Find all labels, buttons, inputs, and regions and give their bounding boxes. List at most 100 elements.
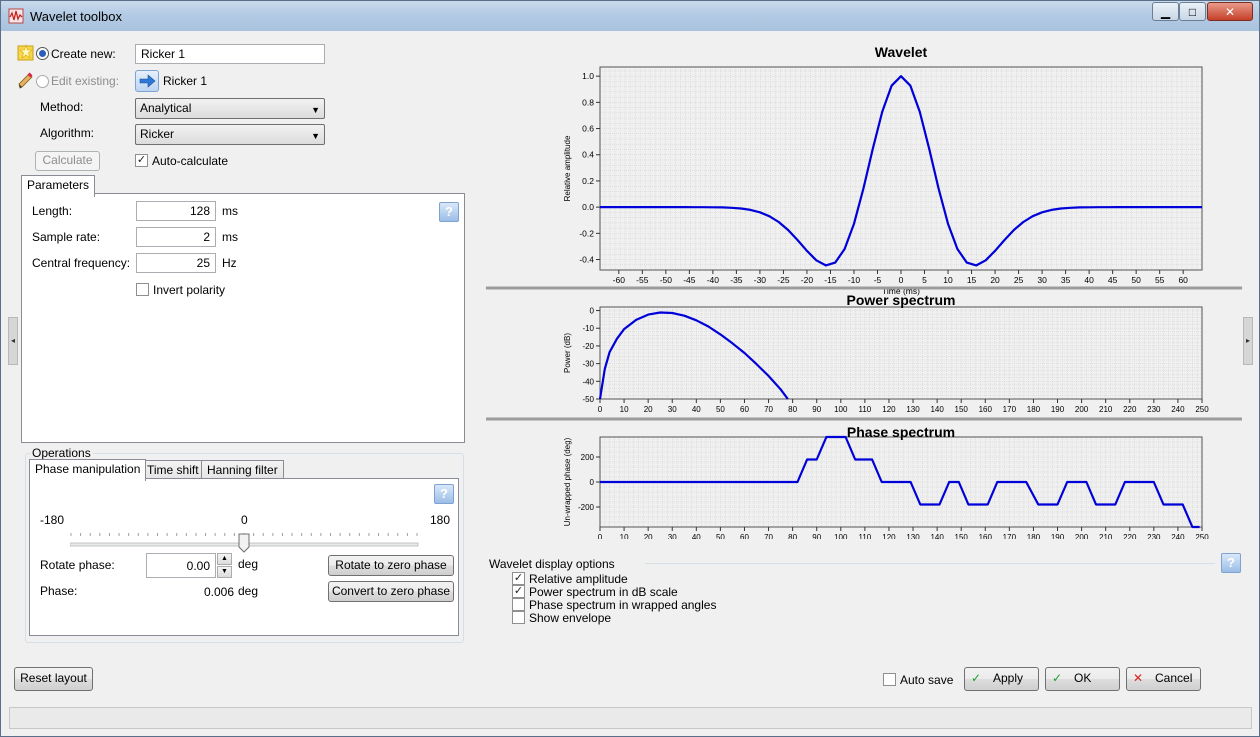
x-tick-label: 0 (598, 533, 603, 539)
y-tick-label: -30 (582, 360, 594, 369)
x-tick-label: 50 (716, 533, 725, 539)
display-options-divider (645, 563, 1215, 564)
x-tick-label: 5 (922, 275, 927, 285)
y-tick-label: -10 (582, 324, 594, 333)
auto-save-checkbox[interactable] (883, 673, 896, 686)
length-input[interactable]: 128 (136, 201, 216, 221)
tab-phase-manipulation[interactable]: Phase manipulation (29, 459, 147, 481)
auto-calculate-checkbox[interactable]: ✓ (135, 154, 148, 167)
wavelet-chart: Wavelet-60 -55 -50 -45 -40 -35 -30 -25 -20 -15 -10… (563, 44, 1203, 296)
sample-rate-input[interactable]: 2 (136, 227, 216, 247)
minimize-icon: ▁ (1160, 5, 1171, 19)
x-tick-label: 25 (1014, 275, 1024, 285)
y-tick-label: 0.2 (582, 176, 594, 186)
x-tick-label: 210 (1099, 533, 1113, 539)
x-tick-label: 140 (930, 405, 944, 414)
create-new-radio[interactable] (36, 47, 49, 60)
create-new-name-input[interactable]: Ricker 1 (135, 44, 325, 64)
power-db-label: Power spectrum in dB scale (529, 585, 678, 599)
title-bar[interactable]: Wavelet toolbox ▁ □ ✕ (1, 1, 1259, 31)
cancel-button[interactable]: ✕ Cancel (1126, 667, 1201, 691)
relative-amplitude-checkbox[interactable]: ✓ (512, 572, 525, 585)
collapse-left-handle[interactable]: ◂ (8, 317, 18, 365)
y-tick-label: -0.2 (579, 228, 594, 238)
tab-time-shift[interactable]: Time shift (141, 460, 205, 480)
spin-down-button[interactable]: ▼ (217, 566, 232, 578)
invert-polarity-checkbox[interactable] (136, 283, 149, 296)
parameters-help-icon[interactable]: ? (439, 202, 459, 222)
cancel-label: Cancel (1155, 671, 1193, 685)
chevron-down-icon: ▼ (311, 131, 320, 141)
x-tick-label: 150 (955, 533, 969, 539)
create-new-icon (17, 44, 34, 61)
tab-hanning-filter[interactable]: Hanning filter (201, 460, 284, 480)
wrapped-angles-checkbox[interactable] (512, 598, 525, 611)
algorithm-dropdown[interactable]: Ricker ▼ (135, 124, 325, 145)
algorithm-label: Algorithm: (40, 126, 95, 140)
method-value: Analytical (140, 101, 192, 115)
convert-to-zero-phase-button[interactable]: Convert to zero phase (328, 581, 454, 602)
maximize-button[interactable]: □ (1179, 2, 1206, 21)
power-db-checkbox[interactable]: ✓ (512, 585, 525, 598)
phase-unit: deg (238, 584, 259, 598)
method-label: Method: (40, 100, 84, 114)
x-tick-label: 210 (1099, 405, 1113, 414)
x-tick-label: 60 (1178, 275, 1188, 285)
y-tick-label: 0 (590, 307, 595, 316)
chart-title: Power spectrum (847, 292, 956, 308)
operations-label: Operations (30, 446, 93, 460)
close-button[interactable]: ✕ (1207, 2, 1253, 21)
phase-slider[interactable] (70, 529, 450, 555)
check-icon: ✓ (971, 671, 982, 685)
tab-parameters[interactable]: Parameters (21, 175, 96, 197)
y-tick-label: -200 (578, 503, 595, 512)
edit-existing-radio[interactable] (36, 75, 49, 88)
x-tick-label: 160 (979, 533, 993, 539)
check-icon: ✓ (1052, 671, 1063, 685)
chart-title: Phase spectrum (847, 424, 955, 440)
length-unit: ms (222, 204, 238, 218)
calculate-button[interactable]: Calculate (35, 151, 100, 171)
arrow-right-icon (139, 74, 156, 88)
x-tick-label: 30 (668, 533, 677, 539)
central-frequency-label: Central frequency: (32, 256, 131, 270)
operations-help-icon[interactable]: ? (434, 484, 454, 504)
central-frequency-unit: Hz (222, 256, 237, 270)
x-tick-label: 250 (1195, 533, 1209, 539)
pencil-icon (18, 72, 33, 89)
series-line (598, 311, 789, 400)
y-tick-label: 0.6 (582, 124, 594, 134)
x-tick-label: 90 (812, 533, 821, 539)
display-options-help-icon[interactable]: ? (1221, 553, 1241, 573)
x-tick-label: 230 (1147, 533, 1161, 539)
chart-title: Wavelet (875, 44, 928, 60)
auto-calculate-label: Auto-calculate (152, 154, 229, 168)
ok-button[interactable]: ✓ OK (1045, 667, 1120, 691)
x-tick-label: 200 (1075, 405, 1089, 414)
spin-up-button[interactable]: ▲ (217, 553, 232, 565)
x-tick-label: 120 (882, 405, 896, 414)
charts-area: Wavelet-60 -55 -50 -45 -40 -35 -30 -25 -20 -15 -10… (486, 44, 1242, 539)
show-envelope-checkbox[interactable] (512, 611, 525, 624)
window-title: Wavelet toolbox (30, 9, 123, 24)
series-line (600, 435, 1200, 529)
reset-layout-button[interactable]: Reset layout (14, 667, 93, 691)
rotate-phase-input[interactable]: 0.00 (146, 553, 216, 578)
rotate-phase-unit: deg (238, 557, 259, 571)
x-tick-label: 170 (1003, 533, 1017, 539)
select-wavelet-button[interactable] (135, 70, 159, 92)
edit-existing-value: Ricker 1 (163, 74, 208, 88)
x-tick-label: 100 (834, 533, 848, 539)
method-dropdown[interactable]: Analytical ▼ (135, 98, 325, 119)
x-tick-label: 180 (1027, 533, 1041, 539)
close-icon: ✕ (1224, 5, 1236, 19)
x-tick-label: 130 (906, 533, 920, 539)
x-tick-label: -15 (824, 275, 837, 285)
central-frequency-input[interactable]: 25 (136, 253, 216, 273)
apply-button[interactable]: ✓ Apply (964, 667, 1039, 691)
display-options-label: Wavelet display options (489, 557, 615, 571)
length-label: Length: (32, 204, 73, 218)
minimize-button[interactable]: ▁ (1152, 2, 1179, 21)
rotate-to-zero-phase-button[interactable]: Rotate to zero phase (328, 555, 454, 576)
x-tick-label: 90 (812, 405, 821, 414)
